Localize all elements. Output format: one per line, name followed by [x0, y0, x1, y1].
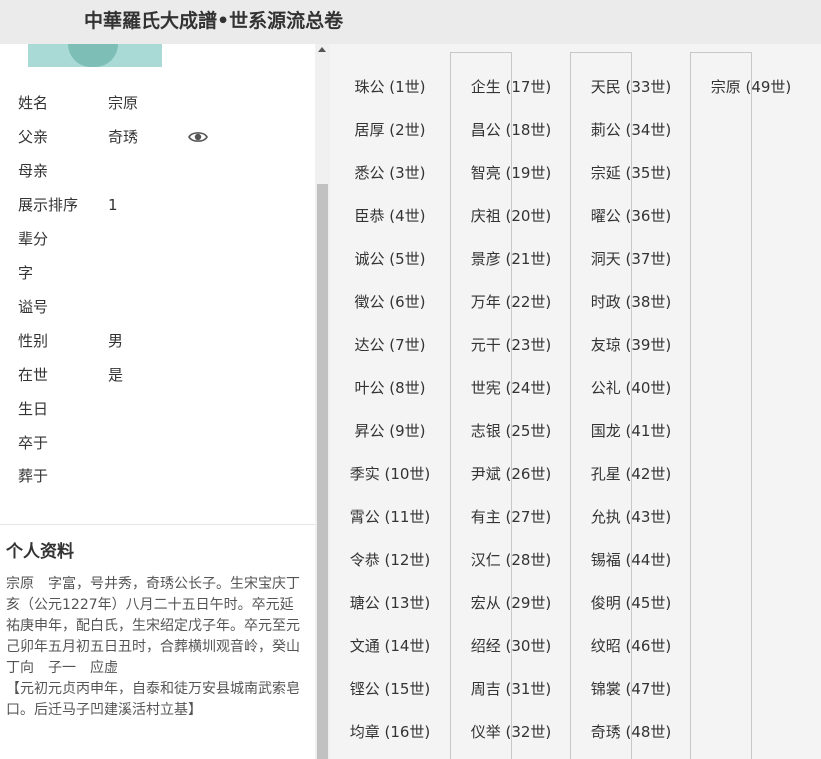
generation-item[interactable]: 洞天 (37世): [571, 248, 691, 269]
info-label: 父亲: [18, 128, 49, 146]
generation-item[interactable]: 国龙 (41世): [571, 420, 691, 441]
generation-item[interactable]: 尹斌 (26世): [451, 463, 571, 484]
info-value: 是: [108, 366, 124, 384]
generation-item[interactable]: 绍经 (30世): [451, 635, 571, 656]
generation-item[interactable]: 智亮 (19世): [451, 162, 571, 183]
info-label: 生日: [18, 400, 49, 418]
page-title: 中華羅氏大成譜•世系源流总卷: [84, 10, 344, 32]
info-value: 男: [108, 332, 124, 350]
eye-icon[interactable]: [188, 130, 208, 144]
bio-paragraph: 宗原 字富，号井秀，奇琇公长子。生宋宝庆丁亥（公元1227年）八月二十五日午时。…: [6, 576, 300, 676]
generation-item[interactable]: 居厚 (2世): [330, 119, 450, 140]
generation-item[interactable]: 曜公 (36世): [571, 205, 691, 226]
generation-item[interactable]: 企生 (17世): [451, 76, 571, 97]
generation-item[interactable]: 宗原 (49世): [691, 76, 811, 97]
info-value: 宗原: [108, 94, 139, 112]
generation-item[interactable]: 俊明 (45世): [571, 592, 691, 613]
generation-item[interactable]: 昌公 (18世): [451, 119, 571, 140]
scroll-up-arrow-icon[interactable]: [318, 47, 326, 52]
generation-column: 宗原 (49世): [690, 52, 811, 759]
info-value: 1: [108, 196, 118, 214]
generation-item[interactable]: 霄公 (11世): [330, 506, 450, 527]
generation-item[interactable]: 志银 (25世): [451, 420, 571, 441]
generation-item[interactable]: 有主 (27世): [451, 506, 571, 527]
generation-item[interactable]: 莿公 (34世): [571, 119, 691, 140]
generation-item[interactable]: 时政 (38世): [571, 291, 691, 312]
info-label: 谥号: [18, 298, 49, 316]
generation-item[interactable]: 令恭 (12世): [330, 549, 450, 570]
info-label: 姓名: [18, 94, 49, 112]
info-label: 在世: [18, 366, 49, 384]
generation-item[interactable]: 诚公 (5世): [330, 248, 450, 269]
generation-item[interactable]: 天民 (33世): [571, 76, 691, 97]
generation-item[interactable]: 均章 (16世): [330, 721, 450, 742]
generation-item[interactable]: 季实 (10世): [330, 463, 450, 484]
info-label: 葬于: [18, 467, 49, 485]
generation-item[interactable]: 元干 (23世): [451, 334, 571, 355]
app-header: 中華羅氏大成譜•世系源流总卷: [0, 0, 821, 44]
generation-item[interactable]: 周吉 (31世): [451, 678, 571, 699]
left-panel-scrollbar[interactable]: [315, 44, 330, 759]
generation-item[interactable]: 瑭公 (13世): [330, 592, 450, 613]
info-label: 辈分: [18, 230, 49, 248]
avatar: [28, 44, 162, 67]
info-label: 展示排序: [18, 196, 79, 214]
bio-text: 宗原 字富，号井秀，奇琇公长子。生宋宝庆丁亥（公元1227年）八月二十五日午时。…: [6, 574, 306, 721]
generation-item[interactable]: 徵公 (6世): [330, 291, 450, 312]
generation-column: 企生 (17世) 昌公 (18世) 智亮 (19世) 庆祖 (20世) 景彦 (21世)…: [450, 52, 571, 759]
generation-item[interactable]: 宗延 (35世): [571, 162, 691, 183]
generation-item[interactable]: 锦裳 (47世): [571, 678, 691, 699]
generation-column: 天民 (33世) 莿公 (34世) 宗延 (35世) 曜公 (36世) 洞天 (37世)…: [570, 52, 691, 759]
generation-item[interactable]: 悉公 (3世): [330, 162, 450, 183]
scrollbar-thumb[interactable]: [317, 184, 328, 759]
generation-item[interactable]: 铿公 (15世): [330, 678, 450, 699]
info-label: 母亲: [18, 162, 49, 180]
generation-item[interactable]: 孔星 (42世): [571, 463, 691, 484]
generation-item[interactable]: 纹昭 (46世): [571, 635, 691, 656]
generation-item[interactable]: 允执 (43世): [571, 506, 691, 527]
generation-item[interactable]: 仪举 (32世): [451, 721, 571, 742]
generation-item[interactable]: 公礼 (40世): [571, 377, 691, 398]
info-label: 性别: [18, 332, 49, 350]
generation-item[interactable]: 庆祖 (20世): [451, 205, 571, 226]
info-label: 卒于: [18, 434, 49, 452]
generation-item[interactable]: 叶公 (8世): [330, 377, 450, 398]
father-link[interactable]: 奇琇: [108, 125, 138, 149]
info-label: 字: [18, 264, 34, 282]
generation-tree: 珠公 (1世) 居厚 (2世) 悉公 (3世) 臣恭 (4世) 诚公 (5世) 徵公 (6…: [330, 44, 821, 759]
generation-item[interactable]: 宏从 (29世): [451, 592, 571, 613]
generation-item[interactable]: 奇琇 (48世): [571, 721, 691, 742]
generation-item[interactable]: 昇公 (9世): [330, 420, 450, 441]
generation-item[interactable]: 世宪 (24世): [451, 377, 571, 398]
generation-column: 珠公 (1世) 居厚 (2世) 悉公 (3世) 臣恭 (4世) 诚公 (5世) 徵公 (6…: [330, 52, 450, 759]
section-divider: [0, 524, 315, 525]
bio-paragraph: 【元初元贞丙申年，自泰和徒万安县城南武索皂口。后迁马子凹建溪活村立基】: [6, 681, 300, 718]
generation-item[interactable]: 文通 (14世): [330, 635, 450, 656]
generation-item[interactable]: 达公 (7世): [330, 334, 450, 355]
generation-item[interactable]: 景彦 (21世): [451, 248, 571, 269]
generation-item[interactable]: 锡福 (44世): [571, 549, 691, 570]
generation-item[interactable]: 友琼 (39世): [571, 334, 691, 355]
generation-item[interactable]: 珠公 (1世): [330, 76, 450, 97]
generation-item[interactable]: 汉仁 (28世): [451, 549, 571, 570]
bio-title: 个人资料: [6, 542, 74, 562]
generation-item[interactable]: 万年 (22世): [451, 291, 571, 312]
generation-item[interactable]: 臣恭 (4世): [330, 205, 450, 226]
